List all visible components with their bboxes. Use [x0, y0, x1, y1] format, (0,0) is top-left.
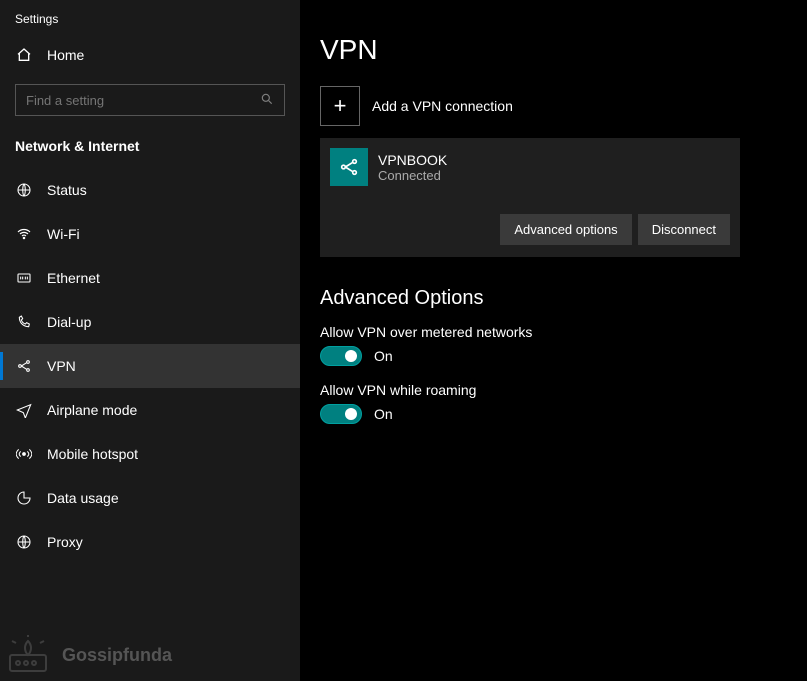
sidebar-item-label: Wi-Fi: [47, 226, 80, 242]
opt-metered-label: Allow VPN over metered networks: [320, 324, 797, 340]
sidebar-item-airplane[interactable]: Airplane mode: [0, 388, 300, 432]
vpn-connection-name: VPNBOOK: [378, 152, 447, 168]
toggle-roaming[interactable]: [320, 404, 362, 424]
sidebar-item-label: Ethernet: [47, 270, 100, 286]
data-usage-icon: [15, 489, 33, 507]
add-vpn-connection[interactable]: + Add a VPN connection: [320, 86, 797, 126]
sidebar: Settings Home Network & Internet Status: [0, 0, 300, 681]
sidebar-item-ethernet[interactable]: Ethernet: [0, 256, 300, 300]
opt-roaming-label: Allow VPN while roaming: [320, 382, 797, 398]
watermark: Gossipfunda: [6, 635, 172, 675]
sidebar-item-hotspot[interactable]: Mobile hotspot: [0, 432, 300, 476]
advanced-options-heading: Advanced Options: [320, 287, 797, 310]
home-label: Home: [47, 47, 84, 63]
sidebar-item-vpn[interactable]: VPN: [0, 344, 300, 388]
home-icon: [15, 46, 33, 64]
advanced-options-button[interactable]: Advanced options: [500, 214, 631, 245]
status-icon: [15, 181, 33, 199]
sidebar-item-label: Dial-up: [47, 314, 91, 330]
toggle-metered-state: On: [374, 348, 393, 364]
home-nav[interactable]: Home: [0, 34, 300, 76]
sidebar-item-label: VPN: [47, 358, 76, 374]
airplane-icon: [15, 401, 33, 419]
search-icon: [260, 92, 274, 109]
app-title: Settings: [0, 0, 300, 34]
sidebar-item-wifi[interactable]: Wi-Fi: [0, 212, 300, 256]
toggle-roaming-state: On: [374, 406, 393, 422]
vpn-connection-status: Connected: [378, 168, 447, 183]
section-label: Network & Internet: [0, 124, 300, 162]
ethernet-icon: [15, 269, 33, 287]
page-title: VPN: [320, 34, 797, 66]
proxy-icon: [15, 533, 33, 551]
watermark-text: Gossipfunda: [62, 645, 172, 666]
sidebar-item-label: Data usage: [47, 490, 119, 506]
vpn-connection-icon: [330, 148, 368, 186]
hotspot-icon: [15, 445, 33, 463]
wifi-icon: [15, 225, 33, 243]
disconnect-button[interactable]: Disconnect: [638, 214, 730, 245]
plus-icon: +: [320, 86, 360, 126]
sidebar-item-data[interactable]: Data usage: [0, 476, 300, 520]
add-vpn-label: Add a VPN connection: [372, 98, 513, 114]
search-input[interactable]: [26, 93, 274, 108]
sidebar-item-label: Airplane mode: [47, 402, 137, 418]
main-content: VPN + Add a VPN connection VPNBOOK Conne…: [300, 0, 807, 681]
sidebar-item-label: Status: [47, 182, 87, 198]
sidebar-item-proxy[interactable]: Proxy: [0, 520, 300, 564]
vpn-icon: [15, 357, 33, 375]
vpn-connection-card[interactable]: VPNBOOK Connected Advanced options Disco…: [320, 138, 740, 257]
sidebar-item-dialup[interactable]: Dial-up: [0, 300, 300, 344]
sidebar-item-label: Mobile hotspot: [47, 446, 138, 462]
nav-list: Status Wi-Fi Ethernet Dial-up: [0, 168, 300, 564]
dialup-icon: [15, 313, 33, 331]
search-input-wrap[interactable]: [15, 84, 285, 116]
toggle-metered[interactable]: [320, 346, 362, 366]
sidebar-item-label: Proxy: [47, 534, 83, 550]
sidebar-item-status[interactable]: Status: [0, 168, 300, 212]
